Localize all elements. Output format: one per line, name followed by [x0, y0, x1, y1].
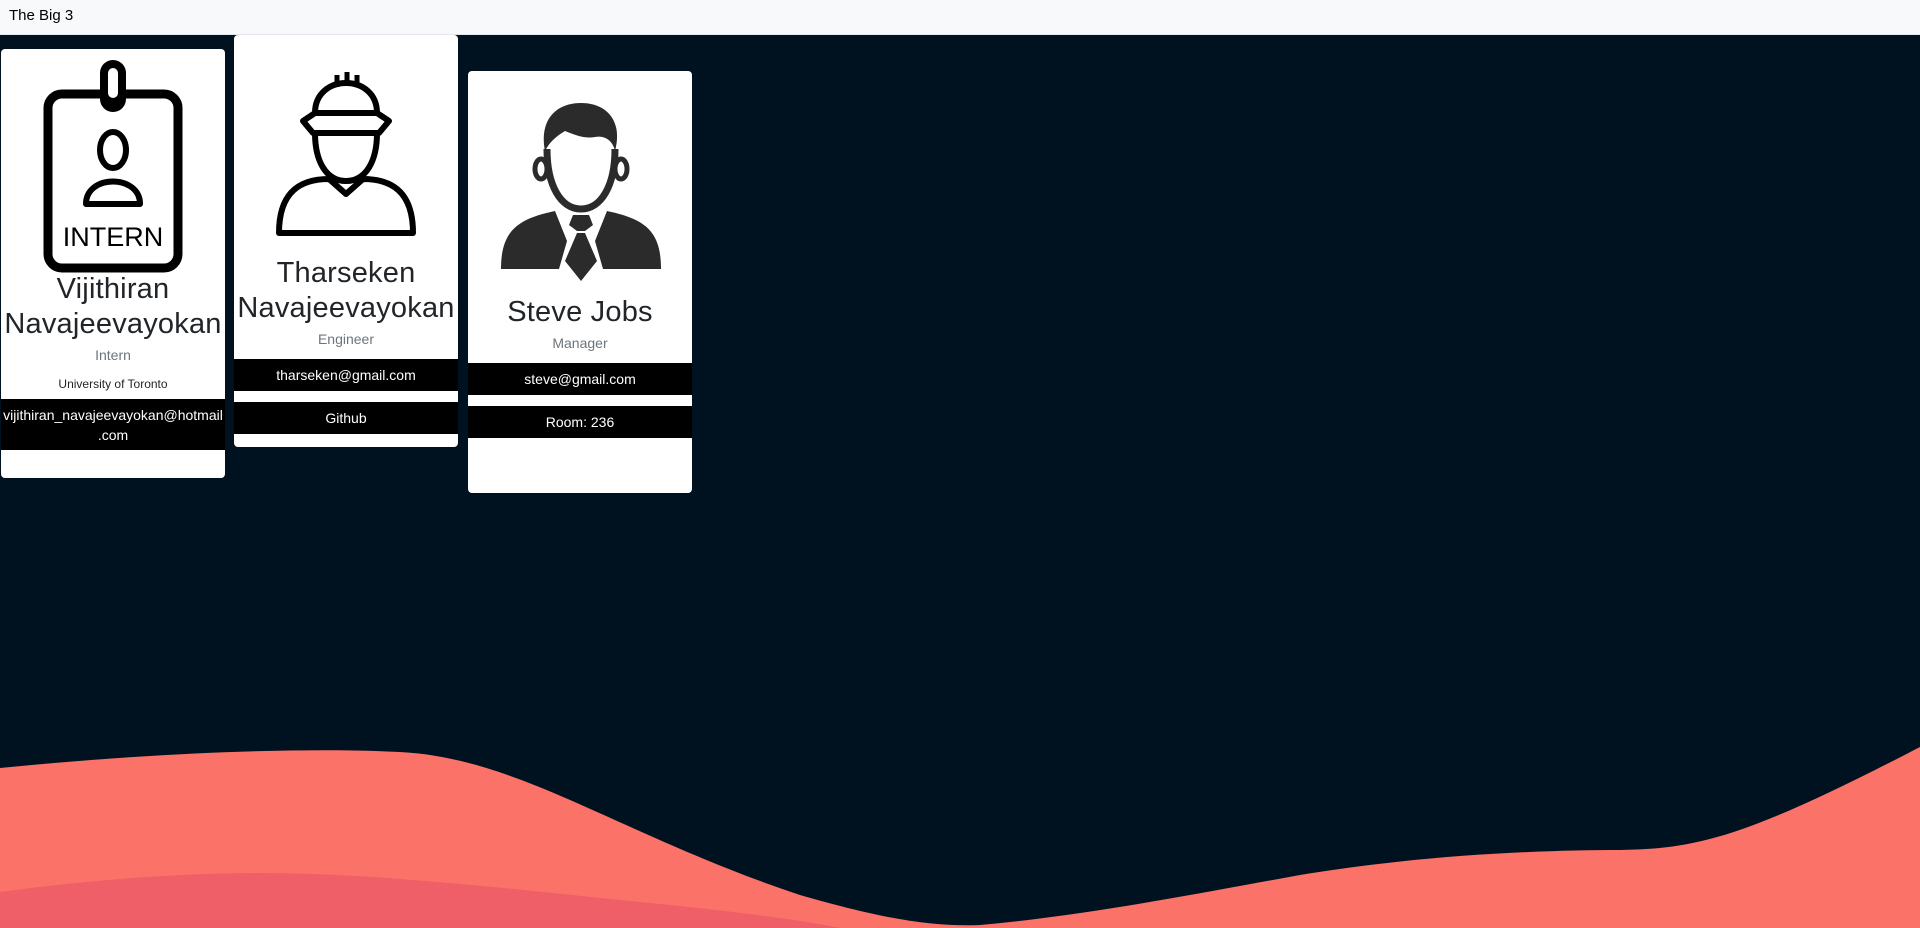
github-link[interactable]: Github [234, 402, 458, 434]
employee-role: Manager [552, 335, 608, 351]
employee-school: University of Toronto [58, 377, 168, 391]
employee-name-line2: Navajeevayokan [4, 308, 222, 340]
navbar-brand[interactable]: The Big 3 [9, 7, 73, 25]
employee-name-line1: Vijithiran [56, 273, 170, 305]
avatar [468, 71, 692, 293]
avatar: INTERN [1, 49, 225, 273]
navbar: The Big 3 [0, 0, 1920, 35]
employee-name: Vijithiran Navajeevayokan [1, 272, 225, 342]
employee-email-line2: .com [97, 427, 129, 443]
employee-card-manager: Steve Jobs Manager steve@gmail.com Room:… [468, 71, 692, 493]
employee-role: Intern [95, 347, 131, 363]
employee-name: Tharseken Navajeevayokan [234, 256, 458, 326]
employee-role: Engineer [317, 331, 375, 347]
employee-name-line1: Tharseken [276, 257, 416, 289]
main-area: INTERN Vijithiran Navajeevayokan Intern … [0, 35, 1920, 928]
badge-label: INTERN [63, 222, 164, 252]
intern-badge-icon: INTERN [43, 60, 183, 273]
employee-card-engineer: Tharseken Navajeevayokan Engineer tharse… [234, 35, 458, 447]
avatar [234, 35, 458, 258]
employee-name-line2: Navajeevayokan [237, 292, 455, 324]
employee-card-intern: INTERN Vijithiran Navajeevayokan Intern … [1, 49, 225, 478]
manager-suit-icon [501, 103, 661, 281]
employee-email[interactable]: tharseken@gmail.com [234, 359, 458, 391]
office-room: Room: 236 [468, 406, 692, 438]
employee-email[interactable]: vijithiran_navajeevayokan@hotmail .com [1, 399, 225, 450]
employee-email[interactable]: steve@gmail.com [468, 363, 692, 395]
engineer-hardhat-icon [276, 72, 416, 236]
employee-email-line1: vijithiran_navajeevayokan@hotmail [3, 407, 223, 423]
employee-name: Steve Jobs [507, 296, 653, 328]
